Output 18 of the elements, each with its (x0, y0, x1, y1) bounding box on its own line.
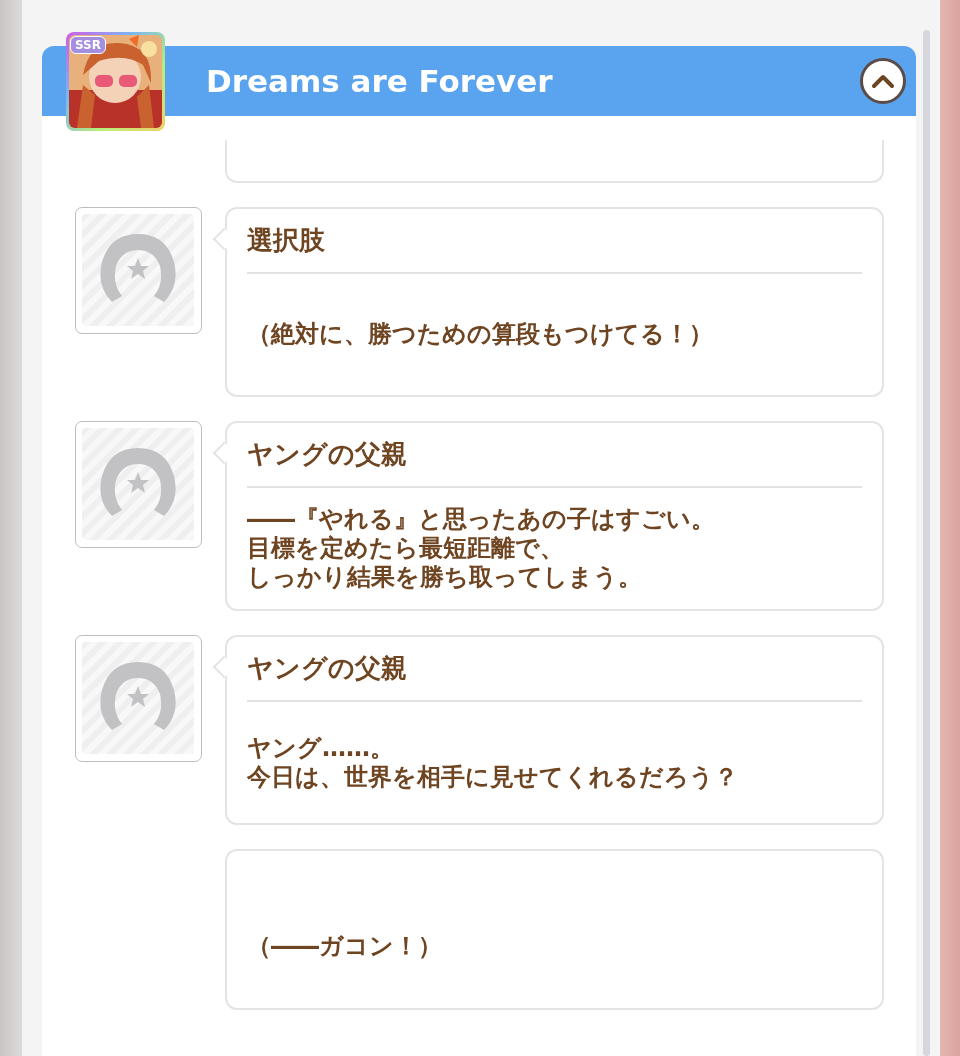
horseshoe-icon (82, 214, 194, 326)
horseshoe-icon (82, 428, 194, 540)
message-text: ヤング……。 (247, 733, 394, 763)
speaker-name: 選択肢 (247, 225, 325, 255)
message-text: 今日は、世界を相手に見せてくれるだろう？ (247, 762, 738, 792)
speaker-name: ヤングの父親 (247, 653, 407, 683)
speaker-name: ヤングの父親 (247, 439, 407, 469)
message-text: しっかり結果を勝ち取ってしまう。 (247, 563, 642, 592)
horseshoe-icon (82, 642, 194, 754)
message-text: 目標を定めたら最短距離で、 (247, 534, 564, 563)
narration-text: （――ガコン！） (247, 932, 442, 961)
scrollbar[interactable] (923, 30, 930, 1056)
chevron-up-icon (871, 73, 895, 89)
collapse-button[interactable] (860, 58, 906, 104)
story-title: Dreams are Forever (206, 63, 553, 99)
rarity-badge: SSR (70, 36, 106, 54)
message-text: （絶対に、勝つための算段もつけてる！） (247, 320, 713, 349)
message-text: ――『やれる』と思ったあの子はすごい。 (247, 505, 715, 534)
